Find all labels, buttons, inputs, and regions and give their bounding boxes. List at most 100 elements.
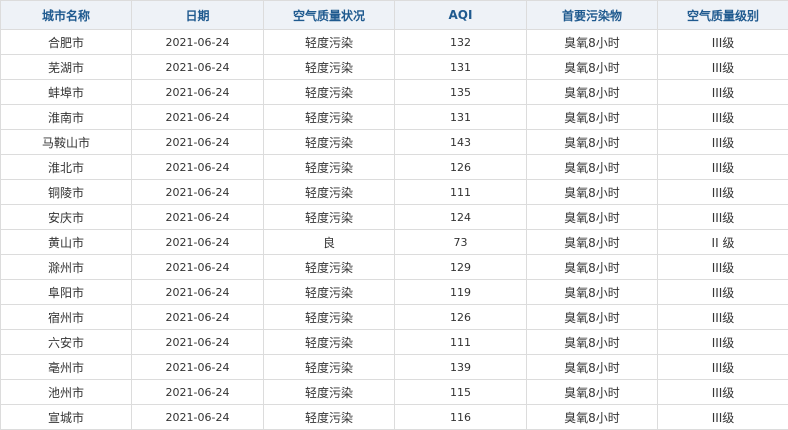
cell-air-quality-status: 良 bbox=[263, 229, 395, 255]
cell-primary-pollutant: 臭氧8小时 bbox=[526, 204, 658, 230]
cell-aqi: 124 bbox=[394, 204, 527, 230]
cell-aqi: 132 bbox=[394, 29, 527, 55]
cell-air-quality-level: III级 bbox=[657, 179, 788, 205]
cell-primary-pollutant: 臭氧8小时 bbox=[526, 329, 658, 355]
cell-city: 池州市 bbox=[0, 379, 132, 405]
cell-air-quality-level: III级 bbox=[657, 279, 788, 305]
cell-air-quality-level: III级 bbox=[657, 29, 788, 55]
cell-city: 淮南市 bbox=[0, 104, 132, 130]
cell-air-quality-status: 轻度污染 bbox=[263, 379, 395, 405]
cell-air-quality-level: III级 bbox=[657, 329, 788, 355]
table-row: 蚌埠市 2021-06-24 轻度污染 135 臭氧8小时 III级 bbox=[0, 79, 788, 105]
cell-primary-pollutant: 臭氧8小时 bbox=[526, 179, 658, 205]
cell-air-quality-status: 轻度污染 bbox=[263, 129, 395, 155]
cell-city: 宣城市 bbox=[0, 404, 132, 430]
cell-city: 安庆市 bbox=[0, 204, 132, 230]
cell-air-quality-level: III级 bbox=[657, 379, 788, 405]
table-row: 黄山市 2021-06-24 良 73 臭氧8小时 II 级 bbox=[0, 229, 788, 255]
cell-primary-pollutant: 臭氧8小时 bbox=[526, 229, 658, 255]
cell-city: 马鞍山市 bbox=[0, 129, 132, 155]
table-row: 阜阳市 2021-06-24 轻度污染 119 臭氧8小时 III级 bbox=[0, 279, 788, 305]
cell-date: 2021-06-24 bbox=[131, 54, 264, 80]
cell-air-quality-status: 轻度污染 bbox=[263, 304, 395, 330]
cell-primary-pollutant: 臭氧8小时 bbox=[526, 104, 658, 130]
table-row: 铜陵市 2021-06-24 轻度污染 111 臭氧8小时 III级 bbox=[0, 179, 788, 205]
cell-air-quality-level: III级 bbox=[657, 254, 788, 280]
cell-date: 2021-06-24 bbox=[131, 304, 264, 330]
cell-air-quality-level: III级 bbox=[657, 154, 788, 180]
cell-air-quality-status: 轻度污染 bbox=[263, 29, 395, 55]
cell-city: 铜陵市 bbox=[0, 179, 132, 205]
table-row: 池州市 2021-06-24 轻度污染 115 臭氧8小时 III级 bbox=[0, 379, 788, 405]
cell-aqi: 143 bbox=[394, 129, 527, 155]
cell-primary-pollutant: 臭氧8小时 bbox=[526, 79, 658, 105]
table-body: 合肥市 2021-06-24 轻度污染 132 臭氧8小时 III级 芜湖市 2021-06-… bbox=[0, 29, 788, 430]
cell-primary-pollutant: 臭氧8小时 bbox=[526, 404, 658, 430]
cell-air-quality-level: III级 bbox=[657, 54, 788, 80]
cell-date: 2021-06-24 bbox=[131, 254, 264, 280]
table-row: 淮南市 2021-06-24 轻度污染 131 臭氧8小时 III级 bbox=[0, 104, 788, 130]
cell-city: 黄山市 bbox=[0, 229, 132, 255]
cell-city: 亳州市 bbox=[0, 354, 132, 380]
table-row: 六安市 2021-06-24 轻度污染 111 臭氧8小时 III级 bbox=[0, 329, 788, 355]
cell-air-quality-level: III级 bbox=[657, 354, 788, 380]
cell-air-quality-status: 轻度污染 bbox=[263, 79, 395, 105]
header-aqi: AQI bbox=[394, 0, 527, 30]
table-row: 亳州市 2021-06-24 轻度污染 139 臭氧8小时 III级 bbox=[0, 354, 788, 380]
cell-primary-pollutant: 臭氧8小时 bbox=[526, 379, 658, 405]
cell-primary-pollutant: 臭氧8小时 bbox=[526, 154, 658, 180]
cell-city: 六安市 bbox=[0, 329, 132, 355]
header-primary-pollutant: 首要污染物 bbox=[526, 0, 658, 30]
cell-air-quality-level: III级 bbox=[657, 129, 788, 155]
cell-date: 2021-06-24 bbox=[131, 154, 264, 180]
cell-air-quality-status: 轻度污染 bbox=[263, 354, 395, 380]
table-row: 合肥市 2021-06-24 轻度污染 132 臭氧8小时 III级 bbox=[0, 29, 788, 55]
cell-city: 芜湖市 bbox=[0, 54, 132, 80]
cell-date: 2021-06-24 bbox=[131, 404, 264, 430]
cell-aqi: 129 bbox=[394, 254, 527, 280]
header-date: 日期 bbox=[131, 0, 264, 30]
cell-air-quality-status: 轻度污染 bbox=[263, 179, 395, 205]
table-row: 宣城市 2021-06-24 轻度污染 116 臭氧8小时 III级 bbox=[0, 404, 788, 430]
cell-aqi: 115 bbox=[394, 379, 527, 405]
cell-aqi: 119 bbox=[394, 279, 527, 305]
header-air-quality-level: 空气质量级别 bbox=[657, 0, 788, 30]
table-header: 城市名称 日期 空气质量状况 AQI 首要污染物 空气质量级别 bbox=[0, 0, 788, 30]
cell-primary-pollutant: 臭氧8小时 bbox=[526, 129, 658, 155]
cell-air-quality-status: 轻度污染 bbox=[263, 204, 395, 230]
cell-air-quality-status: 轻度污染 bbox=[263, 54, 395, 80]
table-row: 安庆市 2021-06-24 轻度污染 124 臭氧8小时 III级 bbox=[0, 204, 788, 230]
cell-aqi: 131 bbox=[394, 54, 527, 80]
cell-aqi: 111 bbox=[394, 329, 527, 355]
cell-date: 2021-06-24 bbox=[131, 29, 264, 55]
cell-aqi: 126 bbox=[394, 154, 527, 180]
cell-date: 2021-06-24 bbox=[131, 79, 264, 105]
cell-primary-pollutant: 臭氧8小时 bbox=[526, 304, 658, 330]
cell-date: 2021-06-24 bbox=[131, 379, 264, 405]
cell-air-quality-status: 轻度污染 bbox=[263, 254, 395, 280]
cell-city: 滁州市 bbox=[0, 254, 132, 280]
cell-air-quality-status: 轻度污染 bbox=[263, 329, 395, 355]
cell-aqi: 139 bbox=[394, 354, 527, 380]
cell-primary-pollutant: 臭氧8小时 bbox=[526, 254, 658, 280]
cell-aqi: 73 bbox=[394, 229, 527, 255]
table-row: 淮北市 2021-06-24 轻度污染 126 臭氧8小时 III级 bbox=[0, 154, 788, 180]
cell-city: 淮北市 bbox=[0, 154, 132, 180]
cell-date: 2021-06-24 bbox=[131, 104, 264, 130]
cell-city: 宿州市 bbox=[0, 304, 132, 330]
table-row: 宿州市 2021-06-24 轻度污染 126 臭氧8小时 III级 bbox=[0, 304, 788, 330]
cell-air-quality-level: III级 bbox=[657, 304, 788, 330]
cell-air-quality-status: 轻度污染 bbox=[263, 104, 395, 130]
cell-air-quality-level: II 级 bbox=[657, 229, 788, 255]
cell-air-quality-status: 轻度污染 bbox=[263, 154, 395, 180]
cell-air-quality-status: 轻度污染 bbox=[263, 404, 395, 430]
cell-primary-pollutant: 臭氧8小时 bbox=[526, 354, 658, 380]
cell-aqi: 131 bbox=[394, 104, 527, 130]
cell-air-quality-level: III级 bbox=[657, 79, 788, 105]
table-row: 滁州市 2021-06-24 轻度污染 129 臭氧8小时 III级 bbox=[0, 254, 788, 280]
cell-city: 合肥市 bbox=[0, 29, 132, 55]
cell-aqi: 111 bbox=[394, 179, 527, 205]
cell-air-quality-level: III级 bbox=[657, 204, 788, 230]
cell-primary-pollutant: 臭氧8小时 bbox=[526, 54, 658, 80]
cell-air-quality-level: III级 bbox=[657, 404, 788, 430]
